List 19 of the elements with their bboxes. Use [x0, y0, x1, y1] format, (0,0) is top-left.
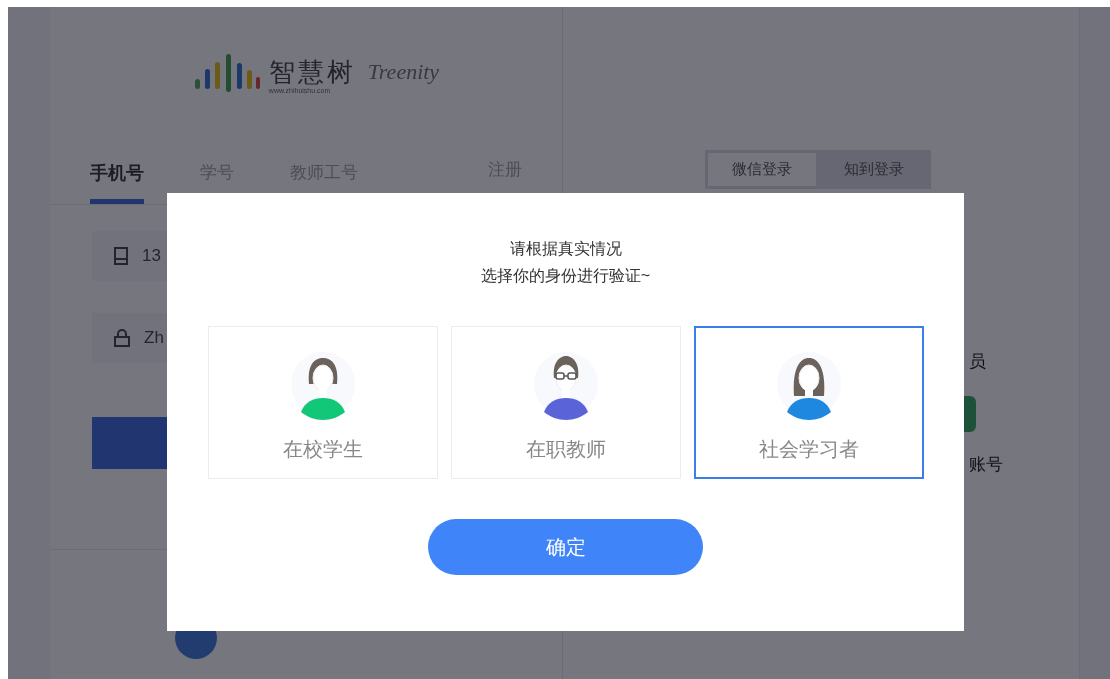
option-label: 社会学习者	[758, 437, 859, 462]
identity-option[interactable]: 在职教师	[450, 326, 681, 479]
confirm-button[interactable]: 确定	[428, 519, 703, 575]
dialog-prompt: 选择你的身份进行验证~	[480, 266, 651, 286]
logo-name: 智慧树	[268, 59, 356, 85]
identity-option[interactable]: 在校学生	[207, 326, 438, 479]
login-method-tab[interactable]: 知到登录	[820, 153, 928, 186]
logo-brand: Treenity	[367, 58, 440, 86]
dialog-prompt: 请根据真实情况	[509, 239, 622, 259]
side-text: 员	[969, 350, 986, 373]
side-text: 账号	[969, 454, 1003, 476]
identity-option[interactable]: 社会学习者	[693, 326, 924, 479]
phone-icon	[114, 247, 128, 265]
option-label: 在职教师	[525, 437, 606, 462]
option-label: 在校学生	[282, 437, 363, 462]
login-tab[interactable]: 手机号	[90, 160, 144, 204]
lock-icon	[114, 329, 130, 347]
login-method-tab[interactable]: 微信登录	[708, 153, 816, 186]
logo-bars-icon	[192, 54, 261, 94]
